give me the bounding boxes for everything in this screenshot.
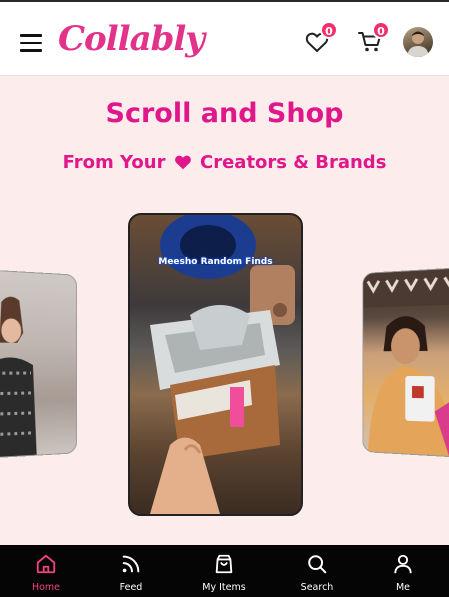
nav-item-home[interactable]: Home (11, 545, 81, 597)
profile-avatar[interactable] (403, 27, 433, 57)
shopping-bag-icon (213, 553, 235, 575)
user-icon (392, 553, 414, 575)
video-card-left[interactable] (0, 269, 77, 459)
page-subtitle: From Your Creators & Brands (0, 152, 449, 173)
video-card-right[interactable] (362, 267, 449, 458)
nav-item-my-items[interactable]: My Items (189, 545, 259, 597)
nav-item-me[interactable]: Me (368, 545, 438, 597)
video-card-center[interactable]: Meesho Random Finds (128, 213, 303, 516)
rss-icon (120, 553, 142, 575)
brand-logo[interactable]: Collably (58, 19, 204, 59)
home-icon (35, 553, 57, 575)
cart-count-badge: 0 (372, 21, 390, 39)
subtitle-text-start: From Your (63, 152, 166, 173)
app-header: Collably 0 0 (0, 2, 449, 76)
nav-label-feed: Feed (96, 582, 166, 593)
subtitle-text-end: Creators & Brands (200, 152, 386, 173)
video-caption: Meesho Random Finds (130, 257, 301, 267)
page-title: Scroll and Shop (0, 98, 449, 129)
nav-item-search[interactable]: Search (282, 545, 352, 597)
nav-item-feed[interactable]: Feed (96, 545, 166, 597)
search-icon (306, 553, 328, 575)
nav-label-home: Home (11, 582, 81, 593)
nav-label-search: Search (282, 582, 352, 593)
hamburger-menu-icon[interactable] (20, 34, 42, 52)
heart-icon (174, 154, 192, 170)
wishlist-count-badge: 0 (320, 21, 338, 39)
nav-label-my-items: My Items (189, 582, 259, 593)
video-thumbnail (0, 270, 77, 459)
bottom-navigation: Home Feed My Items Search Me (0, 545, 449, 597)
video-thumbnail (363, 268, 449, 458)
nav-label-me: Me (368, 582, 438, 593)
avatar-photo (403, 27, 433, 57)
